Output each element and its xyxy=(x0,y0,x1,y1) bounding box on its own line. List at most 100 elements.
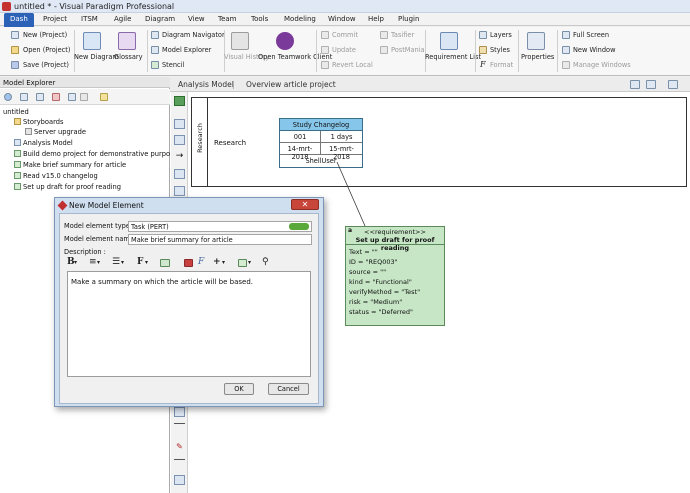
dropdown-chevron-icon[interactable]: ▾ xyxy=(121,259,124,266)
new-diagram-icon xyxy=(83,32,101,50)
commit-button[interactable]: Commit xyxy=(332,31,358,39)
new-project-icon xyxy=(11,31,19,39)
home-icon[interactable] xyxy=(80,93,88,101)
model-element-type-field[interactable]: Task (PERT) xyxy=(128,221,312,232)
italic-format-icon[interactable]: F xyxy=(198,257,204,267)
full-screen-button[interactable]: Full Screen xyxy=(573,31,609,39)
new-model-icon[interactable] xyxy=(4,93,12,101)
add-icon[interactable]: + xyxy=(213,257,221,267)
connector-arrow-icon[interactable]: → xyxy=(174,152,185,162)
menu-window[interactable]: Window xyxy=(328,15,356,23)
model-explorer-button[interactable]: Model Explorer xyxy=(162,46,211,54)
select-tool-icon[interactable] xyxy=(174,96,185,106)
ok-button[interactable]: OK xyxy=(224,383,254,395)
requirement-field: verifyMethod = "Test" xyxy=(349,288,421,296)
tree-item-set-up-draft[interactable]: Set up draft for proof reading xyxy=(23,183,121,191)
menu-itsm[interactable]: ITSM xyxy=(81,15,98,23)
new-project-button[interactable]: New (Project) xyxy=(23,31,67,39)
requirement-list-icon xyxy=(440,32,458,50)
manage-windows-button[interactable]: Manage Windows xyxy=(573,61,631,69)
tree-item-build-demo[interactable]: Build demo project for demonstrative pur… xyxy=(23,150,181,158)
menu-project[interactable]: Project xyxy=(43,15,67,23)
line-tool-icon[interactable] xyxy=(174,423,185,424)
open-project-button[interactable]: Open (Project) xyxy=(23,46,70,54)
image-tool-icon[interactable] xyxy=(174,475,185,485)
save-project-button[interactable]: Save (Project) xyxy=(23,61,69,69)
insert-image-icon[interactable] xyxy=(238,259,247,267)
postmania-button[interactable]: PostMania xyxy=(391,46,425,54)
tree-item-storyboards[interactable]: Storyboards xyxy=(23,118,63,126)
view-options-icon[interactable] xyxy=(20,93,28,101)
tasifier-button[interactable]: Tasifier xyxy=(391,31,414,39)
dropdown-chevron-icon[interactable]: ▾ xyxy=(74,259,77,266)
menu-help[interactable]: Help xyxy=(368,15,384,23)
description-textarea[interactable]: Make a summary on which the article will… xyxy=(67,271,311,377)
diagram-tool-icon[interactable] xyxy=(630,80,640,89)
breadcrumb-analysis-model[interactable]: Analysis Model xyxy=(178,80,234,89)
menu-tools[interactable]: Tools xyxy=(251,15,268,23)
requirement-list-button[interactable]: Requirement List xyxy=(425,53,481,61)
dialog-close-button[interactable]: ✕ xyxy=(291,199,319,210)
menu-agile[interactable]: Agile xyxy=(114,15,131,23)
dialog-title-bar[interactable]: New Model Element xyxy=(55,198,323,213)
filter-icon[interactable] xyxy=(36,93,44,101)
milestone-shape-icon[interactable] xyxy=(174,169,185,179)
underline-tool-icon[interactable] xyxy=(174,459,185,460)
pen-tool-icon[interactable]: ✎ xyxy=(174,442,185,452)
task-shape-icon[interactable] xyxy=(174,119,185,129)
menu-modeling[interactable]: Modeling xyxy=(284,15,316,23)
menu-view[interactable]: View xyxy=(188,15,205,23)
arrow-down-icon[interactable] xyxy=(68,93,76,101)
dropdown-chevron-icon[interactable]: ▾ xyxy=(145,259,148,266)
tree-item-untitled[interactable]: untitled xyxy=(3,108,29,116)
requirement-shape[interactable]: a <<requirement>> Set up draft for proof… xyxy=(345,226,445,326)
lane-shape-icon[interactable] xyxy=(174,135,185,145)
open-teamwork-client-button[interactable]: Open Teamwork Client xyxy=(258,53,332,61)
revert-local-button[interactable]: Revert Local xyxy=(332,61,373,69)
new-diagram-button[interactable]: New Diagram xyxy=(74,53,119,61)
model-element-name-input[interactable]: Make brief summary for article xyxy=(128,234,312,245)
menu-diagram[interactable]: Diagram xyxy=(145,15,175,23)
styles-button[interactable]: Styles xyxy=(490,46,510,54)
dropdown-chevron-icon[interactable]: ▾ xyxy=(248,259,251,266)
folder-open-icon xyxy=(11,46,19,54)
new-window-button[interactable]: New Window xyxy=(573,46,615,54)
refresh-icon[interactable] xyxy=(100,93,108,101)
tree-item-analysis-model[interactable]: Analysis Model xyxy=(23,139,73,147)
comment-shape-icon[interactable] xyxy=(174,407,185,417)
format-button[interactable]: Format xyxy=(490,61,513,69)
table-icon[interactable] xyxy=(160,259,170,267)
tree-item-make-summary[interactable]: Make brief summary for article xyxy=(23,161,126,169)
visual-history-button[interactable]: Visual History xyxy=(224,53,269,61)
align-icon[interactable]: ≡ xyxy=(89,257,97,267)
list-icon[interactable]: ☰ xyxy=(112,257,120,267)
tree-item-server-upgrade[interactable]: Server upgrade xyxy=(34,128,86,136)
dropdown-chevron-icon[interactable]: ▾ xyxy=(222,259,225,266)
ribbon-separator xyxy=(316,30,317,72)
postmania-icon xyxy=(380,46,388,54)
ribbon-separator xyxy=(147,30,148,72)
diagram-navigator-button[interactable]: Diagram Navigator xyxy=(162,31,225,39)
update-button[interactable]: Update xyxy=(332,46,356,54)
properties-button[interactable]: Properties xyxy=(521,53,554,61)
binoculars-icon[interactable]: ⚲ xyxy=(262,257,269,267)
font-icon[interactable]: F xyxy=(137,257,143,267)
glossary-button[interactable]: Glossary xyxy=(114,53,143,61)
close-icon: ✕ xyxy=(301,200,309,209)
dropdown-chevron-icon[interactable]: ▾ xyxy=(97,259,100,266)
menu-team[interactable]: Team xyxy=(218,15,237,23)
fit-view-icon[interactable] xyxy=(646,80,656,89)
stencil-button[interactable]: Stencil xyxy=(162,61,184,69)
menu-dash[interactable]: Dash xyxy=(4,13,34,27)
menu-plugin[interactable]: Plugin xyxy=(398,15,419,23)
sort-icon[interactable] xyxy=(52,93,60,101)
layers-button[interactable]: Layers xyxy=(490,31,512,39)
type-picker-check-icon[interactable] xyxy=(289,223,309,230)
note-shape-icon[interactable] xyxy=(174,186,185,196)
color-icon[interactable] xyxy=(184,259,193,267)
more-tools-icon[interactable] xyxy=(668,80,678,89)
cancel-button[interactable]: Cancel xyxy=(268,383,309,395)
ribbon-separator xyxy=(425,30,426,72)
breadcrumb-overview[interactable]: Overview article project xyxy=(246,80,336,89)
tree-item-read-changelog[interactable]: Read v15.0 changelog xyxy=(23,172,98,180)
